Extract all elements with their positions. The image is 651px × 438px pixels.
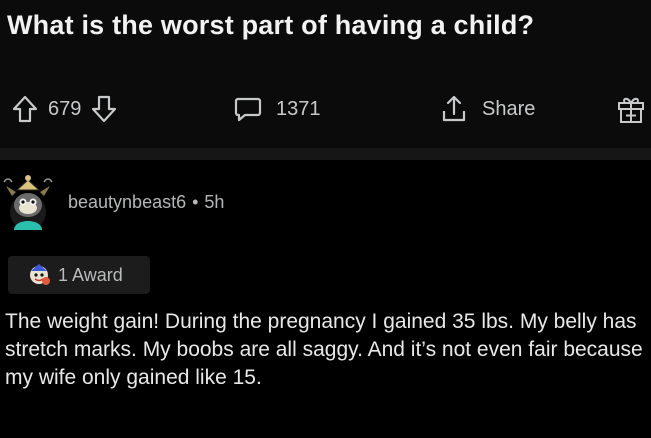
speech-bubble-icon (234, 95, 262, 123)
meta-separator: • (192, 192, 199, 212)
snoo-avatar-icon[interactable] (0, 172, 58, 232)
share-button[interactable]: Share (440, 86, 535, 132)
award-badge[interactable]: 1 Award (8, 256, 150, 294)
arrow-up-icon[interactable] (12, 95, 38, 123)
comment-username[interactable]: beautynbeast6 (68, 192, 186, 212)
vote-count: 679 (48, 97, 82, 120)
share-label: Share (482, 97, 536, 120)
gift-icon (616, 93, 646, 125)
comment-meta: beautynbeast6 • 5h (68, 192, 224, 213)
post-title: What is the worst part of having a child… (7, 10, 535, 40)
comment-body: The weight gain! During the pregnancy I … (5, 310, 643, 389)
award-label: 1 Award (58, 264, 123, 285)
award-button[interactable] (616, 86, 646, 132)
comment: beautynbeast6 • 5h 1 Award The weight gain… (0, 160, 651, 438)
post-action-bar: 679 1371 Share (0, 86, 651, 132)
section-divider (0, 148, 651, 160)
post-header: What is the worst part of having a child… (0, 0, 651, 148)
vote-control: 679 (12, 86, 117, 132)
comment-count: 1371 (276, 97, 321, 120)
comment-age: 5h (204, 192, 225, 212)
arrow-down-icon[interactable] (91, 95, 117, 123)
share-icon (440, 94, 468, 124)
comments-button[interactable]: 1371 (234, 86, 321, 132)
award-icon (30, 264, 50, 285)
